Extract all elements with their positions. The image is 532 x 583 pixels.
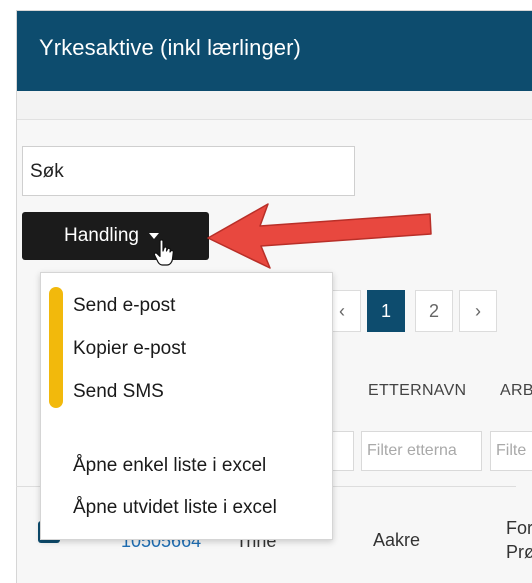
- column-header-etternavn[interactable]: ETTERNAVN: [368, 382, 466, 400]
- page-1-button[interactable]: 1: [367, 290, 405, 332]
- filter-etternavn-input[interactable]: Filter etterna: [361, 431, 482, 471]
- menu-item-send-email[interactable]: Send e-post: [73, 295, 175, 317]
- menu-item-copy-email[interactable]: Kopier e-post: [73, 338, 186, 360]
- handling-dropdown-button[interactable]: Handling: [22, 212, 209, 260]
- annotation-arrow: [207, 203, 432, 269]
- last-name-cell: Aakre: [373, 530, 421, 550]
- page-title: Yrkesaktive (inkl lærlinger): [39, 35, 301, 60]
- workplace-cell-line2: Prø: [506, 542, 532, 562]
- next-page-button[interactable]: ›: [459, 290, 497, 332]
- title-bar: Yrkesaktive (inkl lærlinger): [17, 11, 532, 91]
- page-2-button[interactable]: 2: [415, 290, 453, 332]
- highlight-marker: [49, 287, 63, 408]
- column-header-arb[interactable]: ARB: [500, 382, 532, 400]
- menu-item-open-simple-excel[interactable]: Åpne enkel liste i excel: [73, 455, 266, 477]
- menu-item-send-sms[interactable]: Send SMS: [73, 381, 164, 403]
- menu-item-open-extended-excel[interactable]: Åpne utvidet liste i excel: [73, 497, 277, 519]
- hand-cursor-icon: [153, 239, 174, 266]
- workplace-cell-line1: For: [506, 518, 532, 538]
- filter-arb-input[interactable]: Filte: [490, 431, 532, 471]
- handling-button-label: Handling: [64, 225, 139, 246]
